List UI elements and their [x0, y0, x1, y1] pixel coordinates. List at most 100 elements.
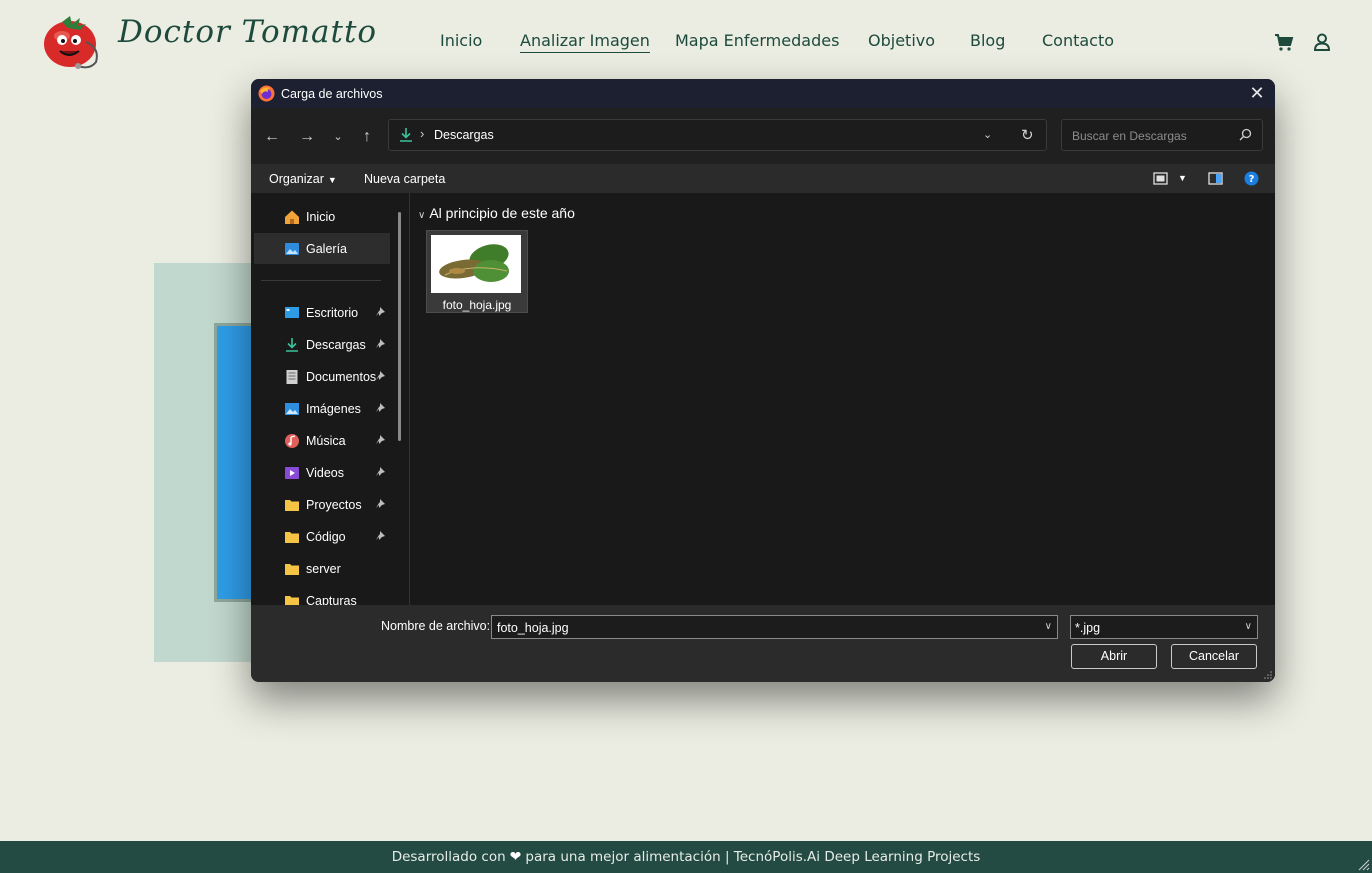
forward-arrow-icon[interactable]: →: [297, 127, 317, 147]
sidebar-item-label: Descargas: [306, 338, 366, 352]
site-header: Doctor Tomatto Inicio Analizar Imagen Ma…: [0, 0, 1372, 84]
desktop-icon: [285, 307, 299, 318]
group-header-label: Al principio de este año: [429, 205, 575, 221]
sidebar-item-galeria[interactable]: Galería: [254, 233, 390, 264]
pin-icon[interactable]: [374, 466, 386, 478]
back-arrow-icon[interactable]: ←: [262, 127, 282, 147]
search-box[interactable]: [1061, 119, 1263, 151]
open-button[interactable]: Abrir: [1071, 644, 1157, 669]
folder-icon: [285, 500, 299, 511]
sidebar-item-descargas[interactable]: Descargas: [254, 329, 390, 360]
pin-icon[interactable]: [374, 338, 386, 350]
gallery-icon: [285, 243, 299, 255]
sidebar-item-label: Videos: [306, 466, 344, 480]
filetype-select[interactable]: *.jpg ∨: [1070, 615, 1258, 639]
preview-pane-icon[interactable]: [1208, 171, 1223, 186]
filename-combobox[interactable]: ∨: [491, 615, 1058, 639]
breadcrumb-descargas[interactable]: Descargas: [434, 128, 494, 142]
refresh-icon[interactable]: ↻: [1021, 126, 1034, 144]
organize-label: Organizar: [269, 172, 324, 186]
nav-inicio[interactable]: Inicio: [440, 31, 482, 50]
sidebar-item-label: Imágenes: [306, 402, 361, 416]
chevron-down-icon[interactable]: ∨: [1045, 621, 1052, 632]
sidebar-item-videos[interactable]: Videos: [254, 457, 390, 488]
videos-icon: [285, 467, 299, 479]
dialog-titlebar: Carga de archivos ✕: [251, 79, 1275, 108]
nav-contacto[interactable]: Contacto: [1042, 31, 1114, 50]
sidebar-item-label: Código: [306, 530, 346, 544]
pictures-icon: [285, 403, 299, 415]
search-input[interactable]: [1070, 126, 1234, 146]
nav-blog[interactable]: Blog: [970, 31, 1005, 50]
sidebar-item-capturas[interactable]: Capturas: [254, 585, 390, 605]
sidebar-item-proyectos[interactable]: Proyectos: [254, 489, 390, 520]
footer-text-end: para una mejor alimentación | TecnóPolis…: [525, 849, 981, 865]
address-bar[interactable]: › Descargas ⌄ ↻: [388, 119, 1047, 151]
site-footer: Desarrollado con ❤ para una mejor alimen…: [0, 841, 1372, 873]
pin-icon[interactable]: [374, 306, 386, 318]
folder-icon: [285, 564, 299, 575]
sidebar-item-label: Música: [306, 434, 346, 448]
pin-icon[interactable]: [374, 370, 386, 382]
svg-text:?: ?: [1249, 174, 1255, 185]
file-name: foto_hoja.jpg: [442, 298, 512, 312]
firefox-icon: [258, 85, 275, 102]
sidebar-divider: [261, 280, 381, 281]
pin-icon[interactable]: [374, 402, 386, 414]
breadcrumb-separator: ›: [420, 126, 425, 141]
folder-icon: [285, 596, 299, 605]
sidebar-item-label: Capturas: [306, 594, 357, 605]
cart-icon[interactable]: [1274, 32, 1294, 52]
sidebar-item-imagenes[interactable]: Imágenes: [254, 393, 390, 424]
filename-input[interactable]: [495, 619, 1029, 637]
sidebar-item-documentos[interactable]: Documentos: [254, 361, 390, 392]
nav-objetivo[interactable]: Objetivo: [868, 31, 935, 50]
group-header[interactable]: ∨ Al principio de este año: [418, 205, 575, 221]
pin-icon[interactable]: [374, 498, 386, 510]
music-icon: [285, 434, 299, 448]
dialog-footer: Nombre de archivo: ∨ *.jpg ∨ Abrir Cance…: [251, 605, 1275, 682]
dialog-navigation-bar: ← → ⌄ ↑ › Descargas ⌄ ↻: [251, 108, 1275, 164]
address-history-chevron-icon[interactable]: ⌄: [983, 128, 992, 141]
sidebar-item-inicio[interactable]: Inicio: [254, 201, 390, 232]
documents-icon: [286, 370, 298, 384]
search-icon[interactable]: [1239, 128, 1252, 141]
user-icon[interactable]: [1312, 32, 1332, 52]
sidebar-item-label: Escritorio: [306, 306, 359, 320]
cancel-button[interactable]: Cancelar: [1171, 644, 1257, 669]
home-icon: [285, 210, 299, 224]
nav-analizar-imagen[interactable]: Analizar Imagen: [520, 31, 650, 53]
help-icon[interactable]: ?: [1244, 171, 1259, 186]
dialog-toolbar: Organizar ▼ Nueva carpeta ▼ ?: [251, 164, 1275, 193]
sidebar-item-codigo[interactable]: Código: [254, 521, 390, 552]
sidebar-item-label: Documentos: [306, 370, 377, 384]
recent-locations-chevron-icon[interactable]: ⌄: [328, 127, 348, 147]
organize-menu-button[interactable]: Organizar ▼: [269, 172, 337, 186]
chevron-down-icon[interactable]: ∨: [1245, 621, 1252, 632]
pin-icon[interactable]: [374, 434, 386, 446]
file-upload-dialog: Carga de archivos ✕ ← → ⌄ ↑ › Descargas …: [251, 79, 1275, 682]
nav-mapa-enfermedades[interactable]: Mapa Enfermedades: [675, 31, 839, 50]
filetype-value: *.jpg: [1075, 621, 1101, 635]
new-folder-button[interactable]: Nueva carpeta: [364, 172, 445, 186]
up-arrow-icon[interactable]: ↑: [357, 127, 377, 147]
heart-icon: ❤: [509, 849, 522, 865]
pin-icon[interactable]: [374, 530, 386, 542]
leaf-photo-thumbnail: [431, 235, 521, 293]
sidebar-item-escritorio[interactable]: Escritorio: [254, 297, 390, 328]
file-list-pane: ∨ Al principio de este año foto_hoja.jpg: [410, 193, 1275, 605]
download-icon: [286, 338, 298, 352]
dialog-resize-grip-icon[interactable]: [1264, 671, 1272, 679]
file-item[interactable]: foto_hoja.jpg: [426, 230, 528, 313]
sidebar-item-label: server: [306, 562, 341, 576]
sidebar-item-server[interactable]: server: [254, 553, 390, 584]
view-options-icon[interactable]: [1153, 171, 1168, 186]
sidebar-scrollbar-thumb[interactable]: [398, 212, 401, 441]
sidebar-item-label: Galería: [306, 242, 347, 256]
view-options-caret-icon[interactable]: ▼: [1178, 173, 1187, 183]
close-icon[interactable]: ✕: [1247, 83, 1267, 103]
download-icon: [400, 128, 412, 142]
folder-icon: [285, 532, 299, 543]
sidebar-item-musica[interactable]: Música: [254, 425, 390, 456]
dialog-title: Carga de archivos: [281, 87, 383, 101]
